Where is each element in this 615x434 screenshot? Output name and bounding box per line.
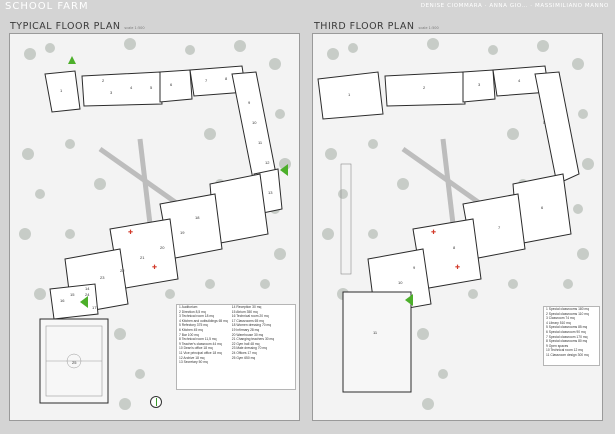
room-label: 12 bbox=[265, 160, 270, 165]
right-plan-title: THIRD FLOOR PLAN scale 1:500 bbox=[314, 21, 439, 32]
tree-icon bbox=[65, 139, 75, 149]
tree-icon bbox=[573, 204, 583, 214]
tree-icon bbox=[45, 43, 55, 53]
tree-icon bbox=[94, 178, 106, 190]
room-label: 16 bbox=[60, 298, 65, 303]
tree-icon bbox=[348, 43, 358, 53]
room-label: 15 bbox=[70, 292, 75, 297]
tree-icon bbox=[488, 45, 498, 55]
tree-icon bbox=[397, 178, 409, 190]
tree-icon bbox=[24, 48, 36, 60]
side-ramp bbox=[340, 163, 352, 275]
tree-icon bbox=[114, 328, 126, 340]
left-legend-row: 1 Auditorium 2 Direction 8,5 mq 3 Technica… bbox=[177, 305, 295, 365]
tree-icon bbox=[325, 148, 337, 160]
tree-icon bbox=[275, 109, 285, 119]
left-plan-title: TYPICAL FLOOR PLAN scale 1:500 bbox=[10, 21, 145, 32]
fire-exit-icon: ✚ bbox=[455, 264, 460, 271]
tree-icon bbox=[578, 109, 588, 119]
legend-item: 13 Secretary 50 mq bbox=[179, 360, 208, 365]
right-plan-sheet: 1 2 3 4 5 6 7 8 9 10 11 ✚ ✚ 1 Special classrooms 1… bbox=[312, 33, 603, 421]
room-label: 25 bbox=[72, 360, 77, 365]
left-plan-sheet: 1 2 3 4 5 6 7 8 9 10 11 12 13 14 15 16 17 18 19 20 21 22 23 24 2… bbox=[9, 33, 300, 421]
room-label: 14 bbox=[85, 286, 90, 291]
right-plan-scale: scale 1:500 bbox=[418, 26, 439, 30]
legend-item: 11 Classroom design 300 mq bbox=[546, 352, 589, 357]
presentation-board: SCHOOL FARM DENISE CIOMMARA · ANNA GIO… … bbox=[0, 0, 615, 434]
room-label: 24 bbox=[85, 292, 90, 297]
tree-icon bbox=[508, 279, 518, 289]
tree-icon bbox=[537, 40, 549, 52]
tree-icon bbox=[417, 328, 429, 340]
room-label: 10 bbox=[252, 120, 257, 125]
authors-line: DENISE CIOMMARA · ANNA GIO… · MASSIMILIA… bbox=[420, 3, 609, 9]
brand-title: SCHOOL FARM bbox=[5, 1, 89, 12]
legend-item: 11 Vice principal office 18 mq bbox=[179, 350, 222, 355]
tree-icon bbox=[368, 139, 378, 149]
tree-icon bbox=[468, 289, 478, 299]
tree-icon bbox=[260, 279, 270, 289]
tree-icon bbox=[338, 189, 348, 199]
tree-icon bbox=[204, 128, 216, 140]
tree-icon bbox=[65, 229, 75, 239]
tree-icon bbox=[427, 38, 439, 50]
fire-exit-icon: ✚ bbox=[431, 229, 436, 236]
tree-icon bbox=[124, 38, 136, 50]
room-label: 21 bbox=[140, 255, 145, 260]
tree-icon bbox=[322, 228, 334, 240]
fire-exit-icon: ✚ bbox=[152, 264, 157, 271]
room-label: 20 bbox=[160, 245, 165, 250]
tree-icon bbox=[572, 58, 584, 70]
tree-icon bbox=[274, 248, 286, 260]
right-legend: 1 Special classrooms 180 mq 2 Special cla… bbox=[543, 306, 600, 366]
tree-icon bbox=[22, 148, 34, 160]
tree-icon bbox=[368, 229, 378, 239]
tree-icon bbox=[438, 369, 448, 379]
tree-icon bbox=[135, 369, 145, 379]
design-classroom-block bbox=[342, 291, 412, 393]
left-plan-title-text: TYPICAL FLOOR PLAN bbox=[10, 21, 121, 32]
tree-icon bbox=[234, 40, 246, 52]
room-label: 23 bbox=[100, 275, 105, 280]
tree-icon bbox=[19, 228, 31, 240]
tree-icon bbox=[507, 128, 519, 140]
tree-icon bbox=[119, 398, 131, 410]
room-label: 18 bbox=[195, 215, 200, 220]
legend-item: 25 Gym 650 mq bbox=[231, 355, 256, 360]
compass-icon bbox=[150, 396, 162, 408]
room-label: 19 bbox=[180, 230, 185, 235]
room-label: 13 bbox=[268, 190, 273, 195]
tree-icon bbox=[563, 279, 573, 289]
room-label: 17 bbox=[92, 305, 97, 310]
entrance-arrow-icon bbox=[68, 56, 76, 64]
left-legend: 1 Auditorium 2 Direction 8,5 mq 3 Technica… bbox=[176, 304, 296, 390]
tree-icon bbox=[582, 158, 594, 170]
tree-icon bbox=[165, 289, 175, 299]
right-legend-col: 1 Special classrooms 180 mq 2 Special cla… bbox=[544, 307, 599, 358]
tree-icon bbox=[327, 48, 339, 60]
tree-icon bbox=[269, 58, 281, 70]
room-label: 10 bbox=[398, 280, 403, 285]
tree-icon bbox=[205, 279, 215, 289]
tree-icon bbox=[577, 248, 589, 260]
left-legend-col-2: 14 Reception 30 mq 15 Atrium 350 mq 16 Tec… bbox=[230, 305, 276, 365]
tree-icon bbox=[34, 288, 46, 300]
left-legend-col-1: 1 Auditorium 2 Direction 8,5 mq 3 Technica… bbox=[177, 305, 230, 365]
right-plan-title-text: THIRD FLOOR PLAN bbox=[314, 21, 415, 32]
left-plan-scale: scale 1:500 bbox=[124, 26, 145, 30]
tree-icon bbox=[422, 398, 434, 410]
room-label: 22 bbox=[120, 268, 125, 273]
tree-icon bbox=[35, 189, 45, 199]
fire-exit-icon: ✚ bbox=[128, 229, 133, 236]
tree-icon bbox=[185, 45, 195, 55]
